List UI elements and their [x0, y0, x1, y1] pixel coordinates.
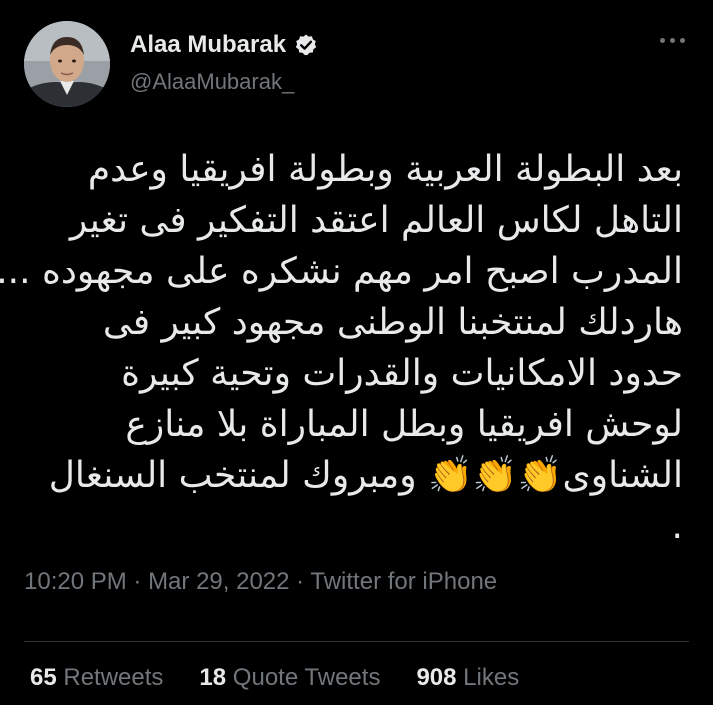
tweet-metadata: 10:20 PM · Mar 29, 2022 · Twitter for iP… [24, 568, 497, 596]
tweet-line: الشناوى👏👏👏 ومبروك لمنتخب السنغال [48, 455, 683, 496]
dot [679, 37, 685, 43]
tweet-stats: 65 Retweets 18 Quote Tweets 908 Likes [30, 664, 519, 692]
avatar-image [24, 21, 110, 107]
tweet-line: التاهل لكاس العالم اعتقد التفكير فى تغير [69, 200, 683, 241]
likes-count: 908 [416, 664, 457, 691]
tweet-time[interactable]: 10:20 PM [24, 568, 127, 595]
meta-separator: · [289, 568, 311, 595]
likes-label: Likes [463, 664, 520, 691]
tweet-text: بعد البطولة العربية وبطولة افريقيا وعدم … [0, 144, 683, 552]
likes-stat[interactable]: 908 Likes [416, 664, 519, 692]
dot [669, 37, 675, 43]
dot [659, 37, 665, 43]
quote-tweets-count: 18 [199, 664, 227, 691]
tweet-line: حدود الامكانيات والقدرات وتحية كبيرة [121, 353, 683, 394]
tweet-card: Alaa Mubarak @AlaaMubarak_ بعد البطولة ا… [0, 0, 713, 705]
quote-tweets-stat[interactable]: 18 Quote Tweets [199, 664, 380, 692]
quote-tweets-label: Quote Tweets [232, 664, 381, 691]
tweet-line: المدرب اصبح امر مهم نشكره على مجهوده ... [0, 251, 683, 292]
author-name-row[interactable]: Alaa Mubarak [130, 31, 318, 59]
tweet-source[interactable]: Twitter for iPhone [310, 568, 497, 595]
tweet-line: لوحش افريقيا وبطل المباراة بلا منازع [125, 404, 683, 445]
more-options-icon[interactable] [655, 30, 689, 50]
retweets-label: Retweets [63, 664, 164, 691]
author-handle[interactable]: @AlaaMubarak_ [130, 69, 294, 95]
tweet-line: بعد البطولة العربية وبطولة افريقيا وعدم [87, 149, 683, 190]
tweet-date[interactable]: Mar 29, 2022 [148, 568, 289, 595]
meta-separator: · [126, 568, 149, 595]
tweet-line: هاردلك لمنتخبنا الوطنى مجهود كبير فى [102, 302, 683, 343]
verified-badge-icon [295, 34, 317, 56]
divider [24, 641, 689, 642]
retweets-stat[interactable]: 65 Retweets [30, 664, 163, 692]
retweets-count: 65 [30, 664, 57, 691]
avatar[interactable] [24, 21, 110, 107]
tweet-line: . [671, 506, 683, 547]
author-display-name[interactable]: Alaa Mubarak [130, 31, 286, 59]
